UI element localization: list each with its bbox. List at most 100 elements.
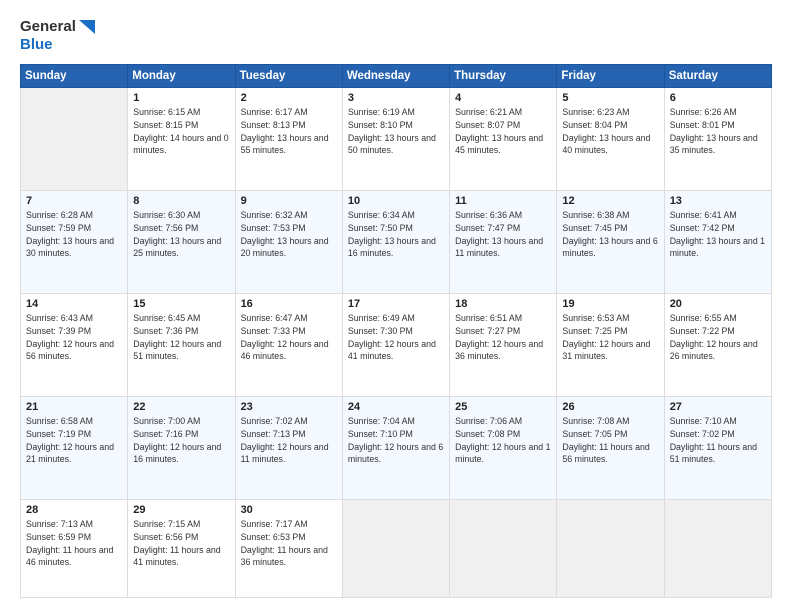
day-number: 10 — [348, 195, 444, 207]
calendar-cell: 2 Sunrise: 6:17 AMSunset: 8:13 PMDaylight… — [235, 88, 342, 191]
day-detail: Sunrise: 7:17 AMSunset: 6:53 PMDaylight:… — [241, 518, 337, 569]
col-header-sunday: Sunday — [21, 65, 128, 88]
day-number: 25 — [455, 401, 551, 413]
day-number: 16 — [241, 298, 337, 310]
calendar-cell: 29 Sunrise: 7:15 AMSunset: 6:56 PMDayligh… — [128, 500, 235, 598]
day-detail: Sunrise: 6:32 AMSunset: 7:53 PMDaylight:… — [241, 209, 337, 260]
calendar-cell: 5Sunrise: 6:23 AMSunset: 8:04 PMDaylight… — [557, 88, 664, 191]
day-number: 1 — [133, 92, 229, 104]
calendar-cell — [450, 500, 557, 598]
calendar-cell: 13 Sunrise: 6:41 AMSunset: 7:42 PMDayligh… — [664, 191, 771, 294]
calendar-cell: 25 Sunrise: 7:06 AMSunset: 7:08 PMDayligh… — [450, 397, 557, 500]
header-row: SundayMondayTuesdayWednesdayThursdayFrid… — [21, 65, 772, 88]
day-detail: Sunrise: 7:13 AMSunset: 6:59 PMDaylight:… — [26, 518, 122, 569]
calendar-cell: 12 Sunrise: 6:38 AMSunset: 7:45 PMDayligh… — [557, 191, 664, 294]
day-detail: Sunrise: 6:36 AMSunset: 7:47 PMDaylight:… — [455, 209, 551, 260]
day-detail: Sunrise: 7:08 AMSunset: 7:05 PMDaylight:… — [562, 415, 658, 466]
calendar-cell: 19 Sunrise: 6:53 AMSunset: 7:25 PMDayligh… — [557, 294, 664, 397]
logo: General Blue — [20, 18, 95, 54]
calendar-cell: 26 Sunrise: 7:08 AMSunset: 7:05 PMDayligh… — [557, 397, 664, 500]
day-number: 9 — [241, 195, 337, 207]
calendar-row-1: 7 Sunrise: 6:28 AMSunset: 7:59 PMDaylight… — [21, 191, 772, 294]
calendar-cell: 16 Sunrise: 6:47 AMSunset: 7:33 PMDayligh… — [235, 294, 342, 397]
day-detail: Sunrise: 7:15 AMSunset: 6:56 PMDaylight:… — [133, 518, 229, 569]
calendar-cell: 3 Sunrise: 6:19 AMSunset: 8:10 PMDaylight… — [342, 88, 449, 191]
day-detail: Sunrise: 7:06 AMSunset: 7:08 PMDaylight:… — [455, 415, 551, 466]
calendar-cell: 9 Sunrise: 6:32 AMSunset: 7:53 PMDaylight… — [235, 191, 342, 294]
day-number: 21 — [26, 401, 122, 413]
day-detail: Sunrise: 6:55 AMSunset: 7:22 PMDaylight:… — [670, 312, 766, 363]
col-header-tuesday: Tuesday — [235, 65, 342, 88]
calendar-cell: 8Sunrise: 6:30 AMSunset: 7:56 PMDaylight… — [128, 191, 235, 294]
col-header-thursday: Thursday — [450, 65, 557, 88]
calendar-page: General Blue SundayMondayTuesdayWednesda… — [0, 0, 792, 612]
day-detail: Sunrise: 6:28 AMSunset: 7:59 PMDaylight:… — [26, 209, 122, 260]
day-number: 14 — [26, 298, 122, 310]
calendar-cell: 23 Sunrise: 7:02 AMSunset: 7:13 PMDayligh… — [235, 397, 342, 500]
day-number: 7 — [26, 195, 122, 207]
col-header-friday: Friday — [557, 65, 664, 88]
calendar-cell — [664, 500, 771, 598]
day-detail: Sunrise: 6:41 AMSunset: 7:42 PMDaylight:… — [670, 209, 766, 260]
day-detail: Sunrise: 6:15 AMSunset: 8:15 PMDaylight:… — [133, 106, 229, 157]
calendar-cell: 11 Sunrise: 6:36 AMSunset: 7:47 PMDayligh… — [450, 191, 557, 294]
day-number: 2 — [241, 92, 337, 104]
day-detail: Sunrise: 6:43 AMSunset: 7:39 PMDaylight:… — [26, 312, 122, 363]
calendar-cell — [21, 88, 128, 191]
header: General Blue — [20, 18, 772, 54]
calendar-cell: 28 Sunrise: 7:13 AMSunset: 6:59 PMDayligh… — [21, 500, 128, 598]
calendar-cell: 18 Sunrise: 6:51 AMSunset: 7:27 PMDayligh… — [450, 294, 557, 397]
col-header-monday: Monday — [128, 65, 235, 88]
day-number: 12 — [562, 195, 658, 207]
day-detail: Sunrise: 6:26 AMSunset: 8:01 PMDaylight:… — [670, 106, 766, 157]
calendar-row-2: 14 Sunrise: 6:43 AMSunset: 7:39 PMDayligh… — [21, 294, 772, 397]
day-detail: Sunrise: 6:17 AMSunset: 8:13 PMDaylight:… — [241, 106, 337, 157]
col-header-wednesday: Wednesday — [342, 65, 449, 88]
col-header-saturday: Saturday — [664, 65, 771, 88]
calendar-cell: 24 Sunrise: 7:04 AMSunset: 7:10 PMDayligh… — [342, 397, 449, 500]
calendar-cell: 1 Sunrise: 6:15 AMSunset: 8:15 PMDaylight… — [128, 88, 235, 191]
calendar-table: SundayMondayTuesdayWednesdayThursdayFrid… — [20, 64, 772, 598]
day-detail: Sunrise: 7:02 AMSunset: 7:13 PMDaylight:… — [241, 415, 337, 466]
calendar-cell: 17Sunrise: 6:49 AMSunset: 7:30 PMDayligh… — [342, 294, 449, 397]
day-number: 3 — [348, 92, 444, 104]
calendar-cell: 4 Sunrise: 6:21 AMSunset: 8:07 PMDaylight… — [450, 88, 557, 191]
day-number: 17 — [348, 298, 444, 310]
calendar-row-4: 28 Sunrise: 7:13 AMSunset: 6:59 PMDayligh… — [21, 500, 772, 598]
day-detail: Sunrise: 6:51 AMSunset: 7:27 PMDaylight:… — [455, 312, 551, 363]
day-number: 19 — [562, 298, 658, 310]
day-number: 15 — [133, 298, 229, 310]
calendar-cell: 6Sunrise: 6:26 AMSunset: 8:01 PMDaylight… — [664, 88, 771, 191]
day-detail: Sunrise: 7:04 AMSunset: 7:10 PMDaylight:… — [348, 415, 444, 466]
calendar-cell: 21 Sunrise: 6:58 AMSunset: 7:19 PMDayligh… — [21, 397, 128, 500]
day-number: 5 — [562, 92, 658, 104]
day-detail: Sunrise: 6:21 AMSunset: 8:07 PMDaylight:… — [455, 106, 551, 157]
day-number: 28 — [26, 504, 122, 516]
day-number: 4 — [455, 92, 551, 104]
day-detail: Sunrise: 6:19 AMSunset: 8:10 PMDaylight:… — [348, 106, 444, 157]
day-number: 22 — [133, 401, 229, 413]
calendar-cell: 10 Sunrise: 6:34 AMSunset: 7:50 PMDayligh… — [342, 191, 449, 294]
calendar-cell: 20Sunrise: 6:55 AMSunset: 7:22 PMDayligh… — [664, 294, 771, 397]
day-detail: Sunrise: 6:47 AMSunset: 7:33 PMDaylight:… — [241, 312, 337, 363]
day-detail: Sunrise: 6:38 AMSunset: 7:45 PMDaylight:… — [562, 209, 658, 260]
day-number: 24 — [348, 401, 444, 413]
calendar-cell — [557, 500, 664, 598]
day-detail: Sunrise: 6:34 AMSunset: 7:50 PMDaylight:… — [348, 209, 444, 260]
day-detail: Sunrise: 7:10 AMSunset: 7:02 PMDaylight:… — [670, 415, 766, 466]
day-number: 26 — [562, 401, 658, 413]
calendar-cell: 30 Sunrise: 7:17 AMSunset: 6:53 PMDayligh… — [235, 500, 342, 598]
day-detail: Sunrise: 6:58 AMSunset: 7:19 PMDaylight:… — [26, 415, 122, 466]
day-number: 11 — [455, 195, 551, 207]
calendar-row-0: 1 Sunrise: 6:15 AMSunset: 8:15 PMDaylight… — [21, 88, 772, 191]
day-number: 13 — [670, 195, 766, 207]
calendar-cell — [342, 500, 449, 598]
day-number: 23 — [241, 401, 337, 413]
calendar-cell: 27 Sunrise: 7:10 AMSunset: 7:02 PMDayligh… — [664, 397, 771, 500]
day-number: 27 — [670, 401, 766, 413]
day-number: 30 — [241, 504, 337, 516]
day-detail: Sunrise: 6:53 AMSunset: 7:25 PMDaylight:… — [562, 312, 658, 363]
day-number: 18 — [455, 298, 551, 310]
logo-general: General — [20, 18, 95, 36]
day-number: 29 — [133, 504, 229, 516]
